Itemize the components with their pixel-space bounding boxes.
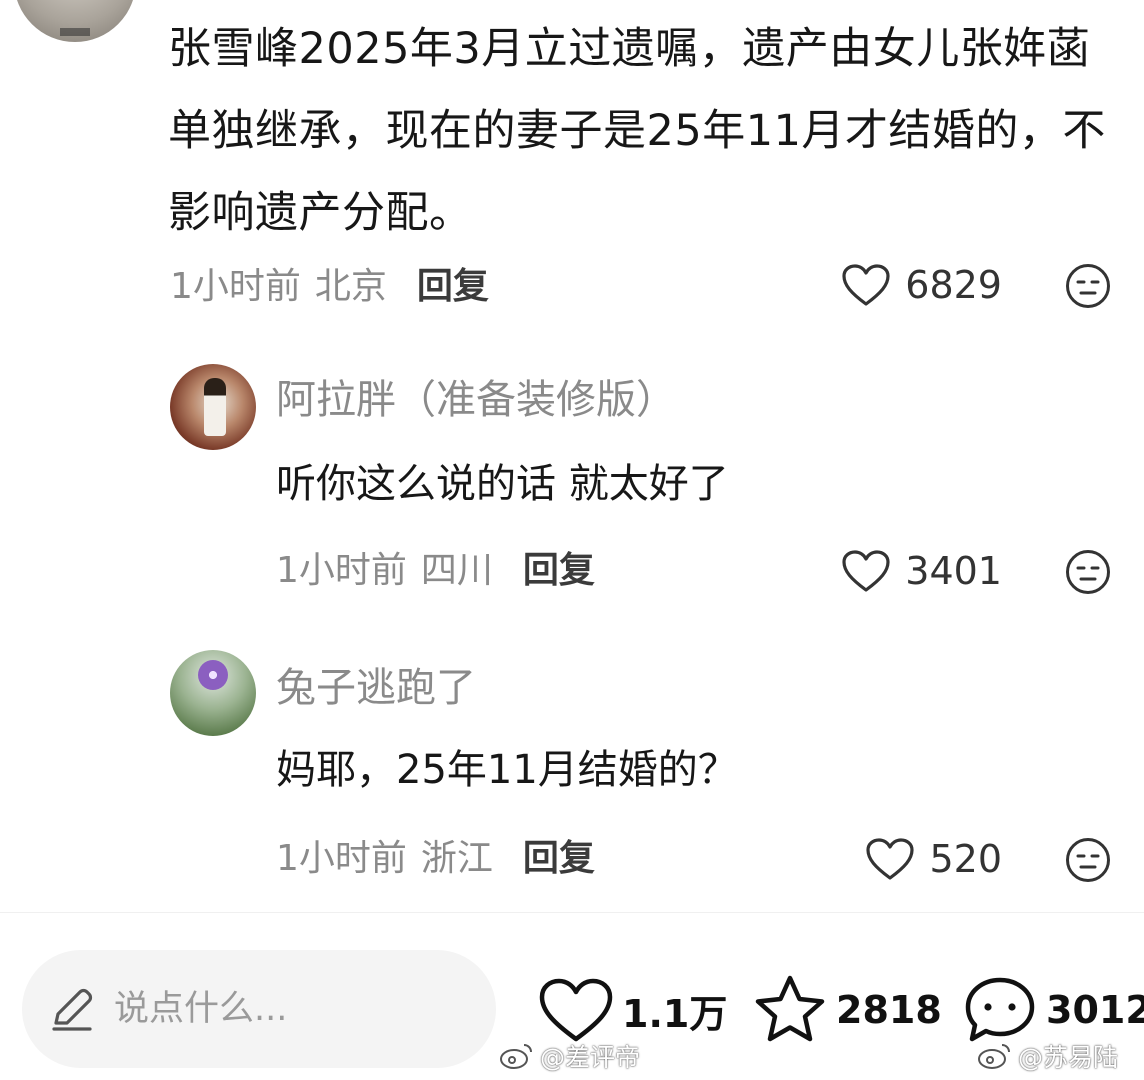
watermark-text: @苏易陆 xyxy=(1018,1043,1119,1072)
weibo-icon xyxy=(500,1044,532,1069)
reply-text: 妈耶，25年11月结婚的？ xyxy=(276,747,738,793)
comment-input-box[interactable] xyxy=(22,950,496,1068)
divider xyxy=(0,912,1144,913)
reply-avatar[interactable] xyxy=(170,364,256,450)
reply-username[interactable]: 阿拉胖（准备装修版） xyxy=(276,372,676,428)
reply-text: 听你这么说的话 就太好了 xyxy=(276,461,729,507)
heart-icon xyxy=(866,838,915,880)
commenter-avatar[interactable] xyxy=(14,0,136,42)
reply-button[interactable]: 回复 xyxy=(523,550,595,591)
like-button[interactable]: 3401 xyxy=(841,546,1002,596)
watermark: @苏易陆 xyxy=(976,1040,1118,1072)
like-count: 6829 xyxy=(905,263,1002,307)
star-icon xyxy=(755,975,825,1042)
comment-time: 1小时前 xyxy=(170,266,301,307)
reply-username[interactable]: 兔子逃跑了 xyxy=(276,660,476,716)
pencil-icon xyxy=(52,988,93,1031)
heart-icon xyxy=(842,264,890,306)
main-comment-text: 张雪峰2025年3月立过遗嘱，遗产由女儿张姩菡单独继承，现在的妻子是25年11月… xyxy=(168,24,1106,238)
avatar-flower xyxy=(198,660,228,690)
dislike-face-icon[interactable] xyxy=(1064,548,1112,596)
comment-input[interactable] xyxy=(112,988,476,1030)
heart-icon xyxy=(842,550,890,592)
comment-location: 北京 xyxy=(314,266,387,307)
post-like-button[interactable]: 1.1万 xyxy=(538,975,727,1045)
watermark: @差评帝 xyxy=(498,1040,640,1072)
watermark-text: @差评帝 xyxy=(540,1043,641,1072)
reply-time: 1小时前 xyxy=(276,838,407,879)
reply-time: 1小时前 xyxy=(276,550,407,591)
like-button[interactable]: 6829 xyxy=(841,260,1002,310)
dislike-face-icon[interactable] xyxy=(1064,836,1112,884)
like-button[interactable]: 520 xyxy=(865,834,1002,884)
chat-bubble-icon xyxy=(965,977,1035,1042)
heart-icon xyxy=(539,978,613,1042)
avatar-figure xyxy=(204,378,226,436)
comment-button[interactable]: 3012 xyxy=(962,975,1144,1045)
reply-button[interactable]: 回复 xyxy=(523,838,595,879)
post-like-count: 1.1万 xyxy=(622,991,728,1036)
like-count: 3401 xyxy=(905,549,1002,593)
like-count: 520 xyxy=(929,837,1002,881)
main-comment-meta: 1小时前 北京 回复 xyxy=(170,262,489,312)
reply-meta: 1小时前 四川 回复 xyxy=(276,546,595,596)
favorite-count: 2818 xyxy=(836,988,942,1032)
reply-location: 四川 xyxy=(420,550,493,591)
avatar-decoration xyxy=(60,28,90,36)
dislike-face-icon[interactable] xyxy=(1064,262,1112,310)
weibo-icon xyxy=(978,1044,1010,1069)
comment-count: 3012 xyxy=(1046,988,1144,1032)
reply-meta: 1小时前 浙江 回复 xyxy=(276,834,595,884)
favorite-button[interactable]: 2818 xyxy=(752,975,942,1045)
reply-button[interactable]: 回复 xyxy=(417,266,489,307)
reply-location: 浙江 xyxy=(420,838,493,879)
reply-avatar[interactable] xyxy=(170,650,256,736)
